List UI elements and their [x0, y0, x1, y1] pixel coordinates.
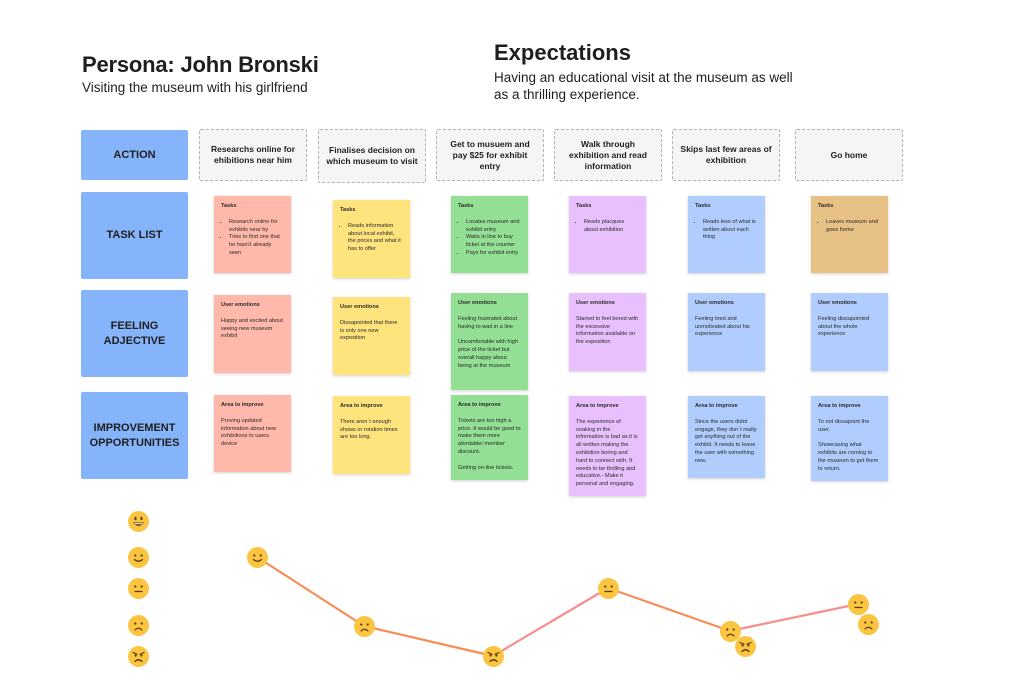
journey-frowning-face-icon [857, 613, 879, 635]
journey-neutral-face-icon [847, 593, 869, 615]
journey-angry-face-icon [482, 645, 504, 667]
journey-angry-face-icon [734, 635, 756, 657]
journey-segment [256, 556, 365, 627]
emotion-journey-chart [256, 556, 859, 658]
journey-smiling-face-icon [246, 546, 268, 568]
journey-segment [492, 587, 609, 657]
journey-segment [729, 602, 859, 633]
journey-neutral-face-icon [597, 577, 619, 599]
journey-frowning-face-icon [353, 615, 375, 637]
journey-segment [363, 624, 494, 658]
journey-segment [607, 586, 731, 633]
